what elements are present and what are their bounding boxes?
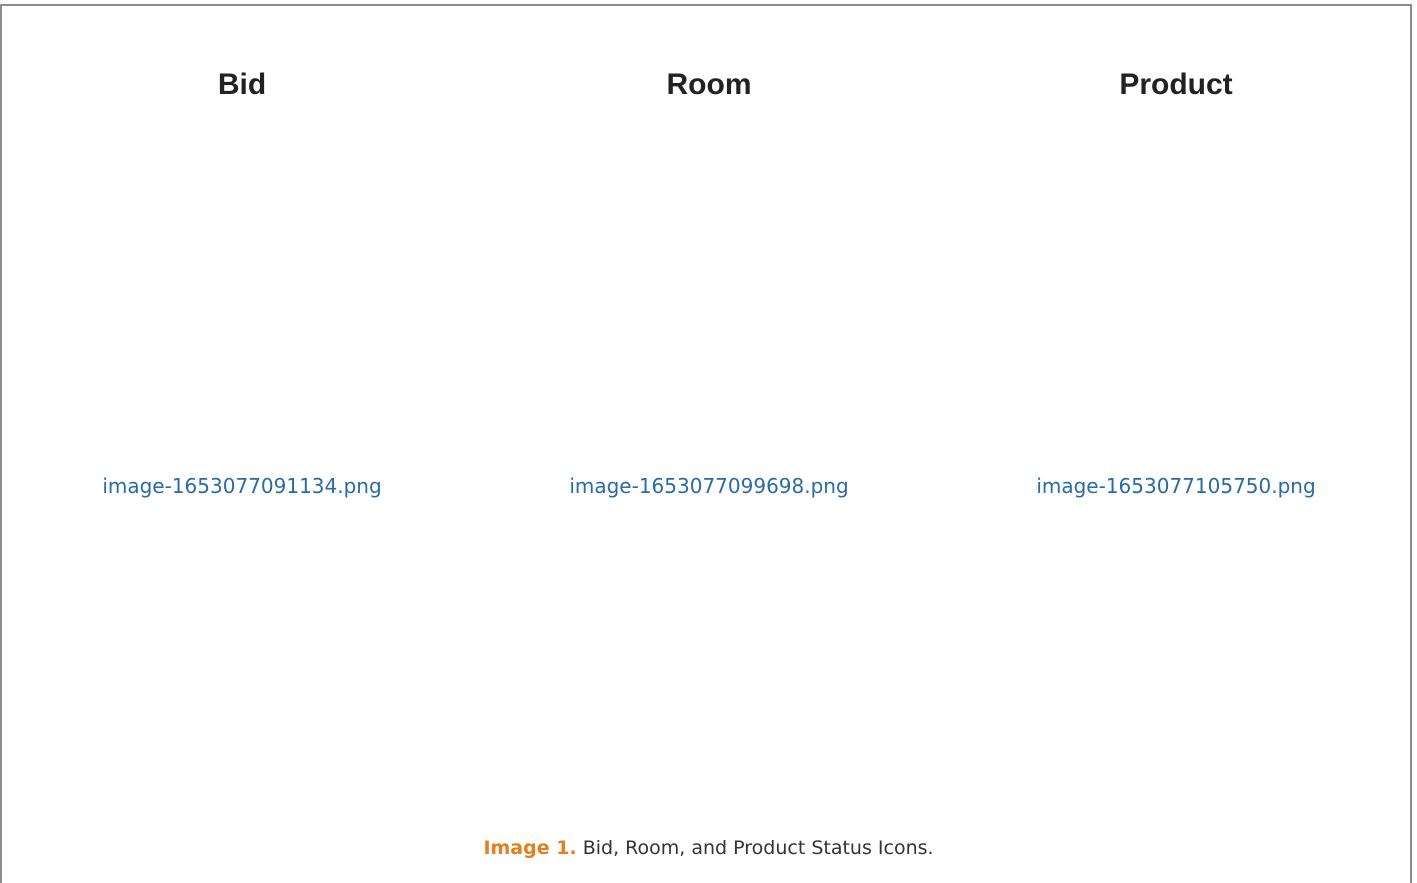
room-image-link[interactable]: image-1653077099698.png	[475, 472, 943, 500]
figure-caption: Image 1. Bid, Room, and Product Status I…	[0, 834, 1417, 862]
column-header-room: Room	[666, 68, 752, 101]
product-image-link[interactable]: image-1653077105750.png	[942, 472, 1410, 500]
content-frame	[0, 4, 1412, 883]
caption-text: Bid, Room, and Product Status Icons.	[576, 837, 934, 859]
column-header-bid: Bid	[217, 68, 267, 101]
column-header-product: Product	[1119, 68, 1233, 101]
caption-label: Image 1.	[483, 837, 577, 859]
bid-image-link[interactable]: image-1653077091134.png	[8, 472, 476, 500]
